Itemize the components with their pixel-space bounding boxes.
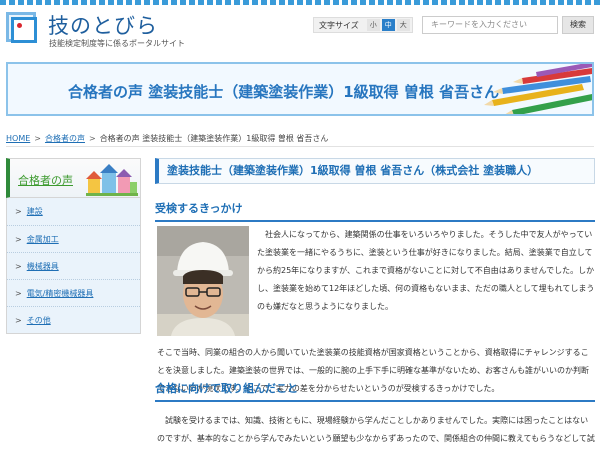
section-title: 合格に向けて取り組んだこと [155, 380, 595, 402]
chevron-right-icon: > [15, 316, 22, 325]
breadcrumb-separator: > [34, 134, 41, 143]
breadcrumb-parent-link[interactable]: 合格者の声 [45, 134, 85, 143]
font-size-small-button[interactable]: 小 [366, 19, 380, 31]
font-size-label: 文字サイズ [319, 20, 359, 30]
font-size-switcher: 文字サイズ 小 中 大 [313, 17, 413, 33]
colored-pencils-image [484, 64, 592, 114]
site-logo-icon[interactable] [6, 12, 40, 46]
site-subtitle: 技能検定制度等に係るポータルサイト [49, 39, 185, 48]
sidebar-item-metal-processing[interactable]: > 金属加工 [7, 225, 140, 252]
site-title[interactable]: 技のとびら [48, 10, 158, 40]
sidebar-item-label: 金属加工 [26, 235, 59, 244]
sidebar-list: > 建設 > 金属加工 > 機械器具 > 電気/精密機械器具 > その他 [6, 198, 141, 334]
breadcrumb-separator: > [88, 134, 96, 143]
sidebar-item-other[interactable]: > その他 [7, 306, 140, 333]
page-banner: 合格者の声 塗装技能士（建築塗装作業）1級取得 曽根 省吾さん [6, 62, 594, 116]
sidebar-item-label: 建設 [26, 207, 43, 216]
chevron-right-icon: > [15, 235, 22, 244]
breadcrumb: HOME > 合格者の声 > 合格者の声 塗装技能士（建築塗装作業）1級取得 曽根 省吾… [6, 133, 328, 144]
chevron-right-icon: > [15, 207, 22, 216]
page-title: 塗装技能士（建築塗装作業）1級取得 曽根 省吾さん（株式会社 塗装職人） [155, 158, 595, 184]
sidebar-item-label: 電気/精密機械器具 [26, 289, 94, 298]
divider [6, 146, 594, 147]
sidebar-item-electrical-precision[interactable]: > 電気/精密機械器具 [7, 279, 140, 306]
search-button[interactable]: 検索 [562, 16, 594, 34]
banner-title: 合格者の声 塗装技能士（建築塗装作業）1級取得 曽根 省吾さん [68, 83, 500, 101]
font-size-large-button[interactable]: 大 [396, 19, 410, 31]
top-border [0, 0, 600, 5]
breadcrumb-current: 合格者の声 塗装技能士（建築塗装作業）1級取得 曽根 省吾さん [99, 134, 329, 143]
sidebar-header: 合格者の声 [6, 158, 141, 198]
sidebar-item-label: 機械器具 [26, 262, 59, 271]
font-size-medium-button[interactable]: 中 [381, 19, 395, 31]
section-motivation-text: 社会人になってから、建築関係の仕事をいろいろやりました。そうした中で友人がやって… [257, 230, 595, 311]
chevron-right-icon: > [15, 262, 22, 271]
section-motivation: 受検するきっかけ [155, 200, 595, 222]
sidebar-item-label: その他 [26, 316, 51, 325]
sidebar-item-machinery[interactable]: > 機械器具 [7, 252, 140, 279]
chevron-right-icon: > [15, 289, 22, 298]
sidebar: 合格者の声 > 建設 > 金属加工 > 機械器具 > 電気/精密機械器具 > その他 [6, 158, 141, 334]
sidebar-item-construction[interactable]: > 建設 [7, 198, 140, 225]
sidebar-title-link[interactable]: 合格者の声 [18, 172, 73, 188]
section-preparation-text: 試験を受けるまでは、知識、技術ともに、現場経験から学んだことしかありませんでした… [157, 416, 595, 443]
section-title: 受検するきっかけ [155, 200, 595, 222]
houses-illustration [86, 164, 138, 196]
section-preparation: 合格に向けて取り組んだこと [155, 380, 595, 402]
breadcrumb-home-link[interactable]: HOME [6, 134, 30, 143]
main-content: 塗装技能士（建築塗装作業）1級取得 曽根 省吾さん（株式会社 塗装職人） 受検す… [155, 158, 595, 443]
person-photo [157, 226, 249, 336]
search-input[interactable]: キーワードを入力ください [422, 16, 558, 34]
